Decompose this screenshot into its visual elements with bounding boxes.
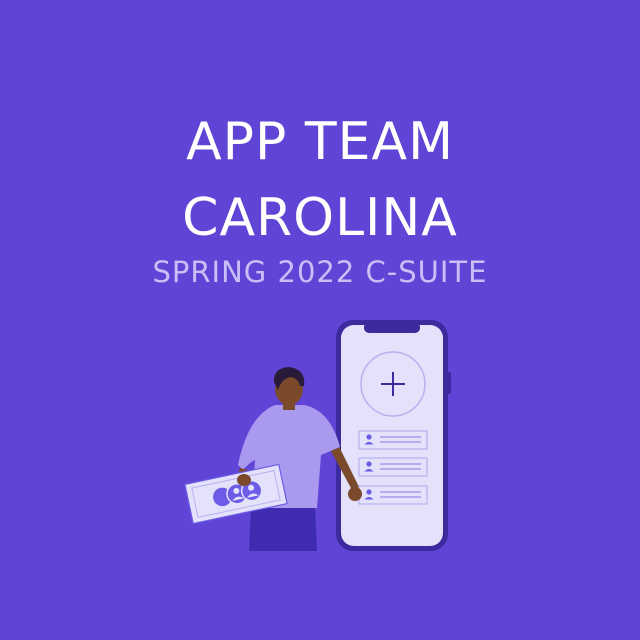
person-pants [249,505,317,551]
illustration [184,320,451,551]
person-right-hand [348,487,362,501]
phone-side-button [447,372,451,394]
phone-notch [364,322,420,333]
phone-screen [341,325,443,546]
smartphone [336,320,451,551]
